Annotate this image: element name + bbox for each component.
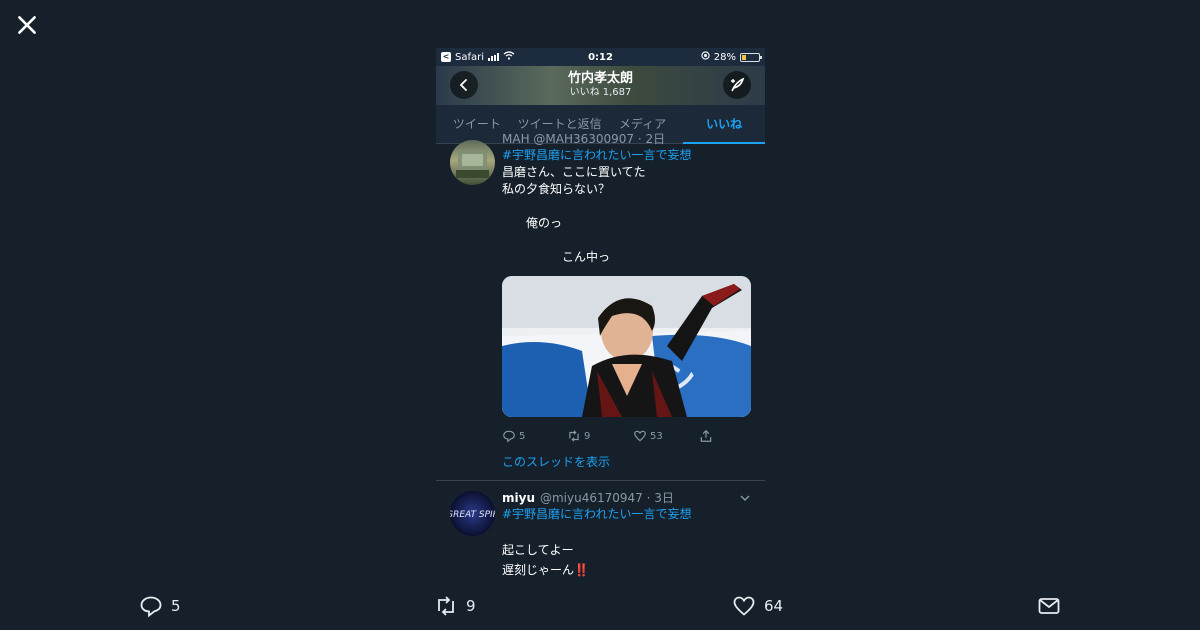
- lightbox-reply-button[interactable]: 5: [139, 594, 181, 618]
- tweet-header: MAH @MAH36300907 · 2日: [502, 132, 666, 146]
- tweet-image-screenshot: < Safari 0:12 28% 竹内孝太朗 いいね 1,687 ツイート ツ…: [436, 48, 765, 588]
- back-button[interactable]: [450, 71, 478, 99]
- back-to-app-icon: <: [441, 52, 451, 62]
- retweet-icon: [569, 430, 579, 442]
- tweet-photo[interactable]: シ: [502, 276, 751, 417]
- reply-button[interactable]: 5: [502, 429, 567, 443]
- lightbox-like-count: 64: [764, 597, 784, 615]
- ios-status-bar: < Safari 0:12 28%: [436, 48, 765, 66]
- feather-icon: [731, 77, 745, 92]
- lightbox-retweet-count: 9: [466, 597, 476, 615]
- hashtag-link[interactable]: #宇野昌磨に言われたい一言で妄想: [502, 147, 751, 164]
- close-button[interactable]: [14, 12, 40, 38]
- share-button[interactable]: [699, 429, 713, 443]
- avatar[interactable]: GREAT SPIR: [450, 491, 495, 536]
- reply-icon: [140, 596, 162, 618]
- share-icon: [700, 429, 712, 442]
- signal-icon: [488, 53, 500, 61]
- tweet-author-name[interactable]: miyu: [502, 491, 535, 505]
- tweet-text-line: 起こしてよー: [502, 543, 574, 557]
- battery-icon: [740, 52, 762, 62]
- tweet-item[interactable]: MAH @MAH36300907 · 2日 #宇野昌磨に言われたい一言で妄想 昌…: [436, 130, 765, 470]
- direct-message-button[interactable]: [1037, 594, 1061, 618]
- retweet-button[interactable]: 9: [567, 429, 633, 443]
- lightbox-like-button[interactable]: 64: [732, 594, 783, 618]
- lightbox-action-bar: 5 9 64: [0, 590, 1200, 626]
- show-thread-link[interactable]: このスレッドを表示: [502, 453, 751, 470]
- tweet-text: 昌磨さん、ここに置いてた 私の夕食知らない？ 俺のっ こん中っ: [502, 165, 646, 264]
- retweet-icon: [438, 596, 454, 616]
- tweet-actions: 5 9 53: [502, 427, 751, 445]
- tweet-item[interactable]: GREAT SPIR miyu @miyu46170947 · 3日 #宇野昌磨…: [436, 481, 765, 580]
- svg-text:GREAT SPIR: GREAT SPIR: [450, 510, 495, 520]
- chevron-left-icon: [459, 79, 467, 91]
- lightbox-retweet-button[interactable]: 9: [434, 594, 476, 618]
- envelope-icon: [1038, 598, 1060, 614]
- close-icon: [18, 16, 36, 34]
- heart-icon: [634, 430, 646, 442]
- orientation-lock-icon: [701, 51, 710, 63]
- hashtag-link[interactable]: #宇野昌磨に言われたい一言で妄想: [502, 506, 751, 523]
- profile-header: 竹内孝太朗 いいね 1,687: [436, 66, 765, 105]
- battery-percent: 28%: [713, 51, 736, 63]
- status-app-name: Safari: [455, 51, 485, 63]
- tweet-menu-button[interactable]: [739, 489, 751, 501]
- like-button[interactable]: 53: [633, 429, 699, 443]
- tweet-author-handle: @miyu46170947 · 3日: [539, 491, 674, 505]
- tweet-header: miyu @miyu46170947 · 3日: [502, 489, 751, 506]
- reply-icon: [503, 430, 515, 443]
- likes-count-line: いいね 1,687: [569, 87, 632, 99]
- heart-icon: [733, 596, 755, 616]
- avatar[interactable]: [450, 140, 495, 185]
- wifi-icon: [503, 51, 515, 63]
- compose-tweet-button[interactable]: [723, 71, 751, 99]
- lightbox-reply-count: 5: [171, 597, 181, 615]
- tweet-text-line: 遅刻じゃーん‼️: [502, 563, 589, 577]
- profile-name: 竹内孝太朗: [567, 71, 633, 87]
- chevron-down-icon: [740, 495, 750, 501]
